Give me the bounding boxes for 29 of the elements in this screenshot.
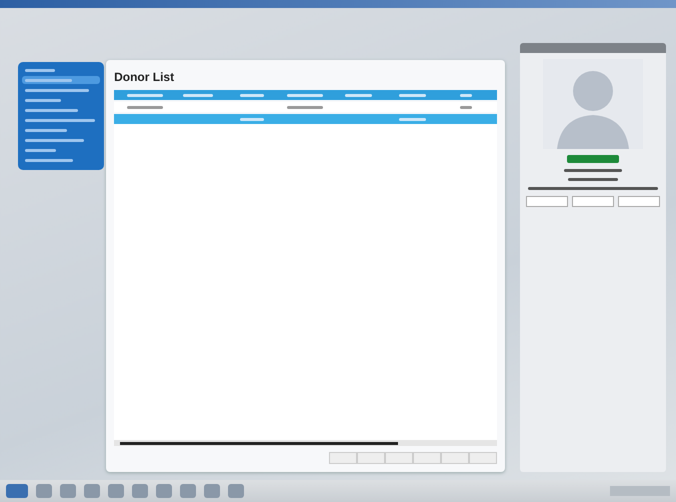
- pager-button[interactable]: [412, 452, 441, 464]
- taskbar-app-icon[interactable]: [228, 484, 244, 498]
- taskbar-app-icon[interactable]: [180, 484, 196, 498]
- panel-title: Donor List: [114, 69, 176, 86]
- taskbar-app-icon[interactable]: [132, 484, 148, 498]
- pager-button[interactable]: [468, 452, 497, 464]
- taskbar-app-icon[interactable]: [204, 484, 220, 498]
- start-button[interactable]: [6, 484, 28, 498]
- pager-button[interactable]: [440, 452, 469, 464]
- table-row[interactable]: [114, 102, 497, 112]
- blurred-text-line: [568, 178, 618, 181]
- profile-button[interactable]: [618, 196, 660, 207]
- taskbar-app-icon[interactable]: [60, 484, 76, 498]
- profile-button[interactable]: [572, 196, 614, 207]
- horizontal-scrollbar[interactable]: [114, 440, 497, 446]
- table-row[interactable]: [114, 114, 497, 124]
- pager-button[interactable]: [328, 452, 357, 464]
- status-badge: [566, 155, 619, 163]
- sidebar-item[interactable]: [22, 76, 100, 84]
- profile-button[interactable]: [526, 196, 568, 207]
- taskbar-app-icon[interactable]: [36, 484, 52, 498]
- taskbar-app-icon[interactable]: [156, 484, 172, 498]
- avatar-silhouette-icon: [542, 59, 643, 149]
- system-tray: [610, 486, 670, 496]
- blurred-text-line: [564, 169, 622, 172]
- pager-button[interactable]: [384, 452, 413, 464]
- taskbar-app-icon[interactable]: [84, 484, 100, 498]
- pager-button[interactable]: [356, 452, 385, 464]
- taskbar-app-icon[interactable]: [108, 484, 124, 498]
